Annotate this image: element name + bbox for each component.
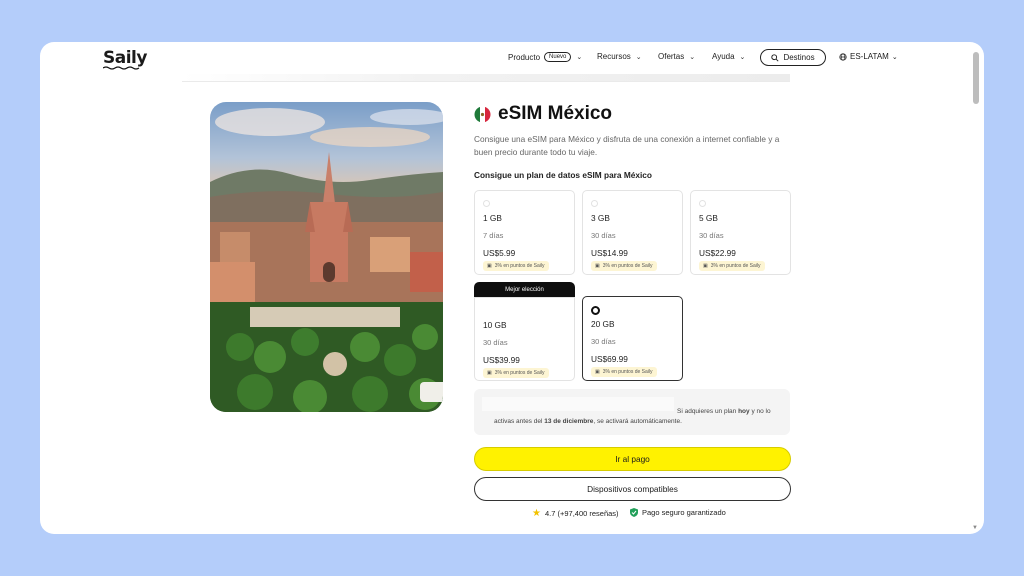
wallet-icon: ▣ xyxy=(595,263,600,269)
notice-line-1: Si adquieres un plan hoy y no lo xyxy=(677,408,771,415)
star-icon: ★ xyxy=(532,508,541,519)
notice-text: Si adquieres un plan xyxy=(677,408,739,415)
logo-wave-icon xyxy=(103,66,140,70)
nav-recursos-label: Recursos xyxy=(597,52,631,61)
notice-text: activas antes del xyxy=(494,418,545,425)
activation-notice: Si adquieres un plan hoy y no lo activas… xyxy=(474,389,790,435)
destination-photo xyxy=(210,102,443,412)
destinations-button[interactable]: Destinos xyxy=(760,49,826,66)
notice-bold: hoy xyxy=(738,408,750,415)
chevron-down-icon: ⌄ xyxy=(576,54,583,61)
nav-ofertas-label: Ofertas xyxy=(658,52,685,61)
points-badge: ▣ 3% en puntos de Saily xyxy=(591,367,657,377)
nav-ayuda-label: Ayuda xyxy=(712,52,735,61)
parroquia-illustration xyxy=(210,108,443,412)
plans-heading: Consigue un plan de datos eSIM para Méxi… xyxy=(474,170,652,180)
secure-payment-info: Pago seguro garantizado xyxy=(630,508,726,517)
rating-label: 4.7 (+97,400 reseñas) xyxy=(544,509,619,518)
nav-ofertas[interactable]: Ofertas ⌄ xyxy=(658,52,695,61)
language-label: ES-LATAM xyxy=(850,52,889,61)
plan-duration: 30 días xyxy=(483,338,508,347)
browser-window: Saily Producto Nuevo ⌄ Recursos ⌄ Oferta… xyxy=(40,42,984,534)
points-label: 3% en puntos de Saily xyxy=(494,370,545,376)
language-selector[interactable]: ES-LATAM ⌄ xyxy=(839,52,898,61)
plan-card-10gb[interactable]: 10 GB 30 días US$39.99 ▣ 3% en puntos de… xyxy=(474,297,575,381)
notice-text: , se activará automáticamente. xyxy=(593,418,682,425)
chevron-down-icon: ⌄ xyxy=(739,53,746,61)
destinations-label: Destinos xyxy=(783,53,815,62)
points-badge: ▣ 3% en puntos de Saily xyxy=(483,368,549,378)
plan-duration: 30 días xyxy=(591,231,616,240)
plan-price: US$69.99 xyxy=(591,354,628,364)
search-icon xyxy=(771,53,779,62)
best-choice-label: Mejor elección xyxy=(474,282,575,297)
notice-line-2: activas antes del 13 de diciembre, se ac… xyxy=(494,418,682,425)
plan-radio[interactable] xyxy=(591,200,598,207)
plan-card-20gb[interactable]: 20 GB 30 días US$69.99 ▣ 3% en puntos de… xyxy=(582,296,683,381)
plan-price: US$14.99 xyxy=(591,248,628,258)
product-description: Consigue una eSIM para México y disfruta… xyxy=(474,134,780,157)
scrollbar-thumb[interactable] xyxy=(973,52,979,104)
notice-blank-area xyxy=(482,397,674,411)
points-label: 3% en puntos de Saily xyxy=(710,263,761,269)
nav-producto[interactable]: Producto Nuevo ⌄ xyxy=(508,52,582,62)
plan-data: 5 GB xyxy=(699,213,718,223)
scroll-down-icon[interactable]: ▼ xyxy=(972,525,978,531)
photo-overlay-chip xyxy=(420,382,443,402)
wallet-icon: ▣ xyxy=(595,369,600,375)
compatible-devices-button[interactable]: Dispositivos compatibles xyxy=(474,477,791,501)
plan-price: US$22.99 xyxy=(699,248,736,258)
plan-duration: 7 días xyxy=(483,231,504,240)
rating-info: ★ 4.7 (+97,400 reseñas) xyxy=(532,508,619,519)
site-header: Saily Producto Nuevo ⌄ Recursos ⌄ Oferta… xyxy=(40,42,984,74)
plan-data: 3 GB xyxy=(591,213,610,223)
saily-logo[interactable]: Saily xyxy=(103,48,147,68)
points-label: 3% en puntos de Saily xyxy=(602,369,653,375)
chevron-down-icon: ⌄ xyxy=(635,53,642,61)
points-badge: ▣ 3% en puntos de Saily xyxy=(699,261,765,271)
new-badge: Nuevo xyxy=(544,52,572,62)
points-badge: ▣ 3% en puntos de Saily xyxy=(591,261,657,271)
notice-bold: 13 de diciembre xyxy=(544,418,594,425)
plan-card-3gb[interactable]: 3 GB 30 días US$14.99 ▣ 3% en puntos de … xyxy=(582,190,683,275)
mexico-flag-icon xyxy=(474,106,491,123)
plan-data: 20 GB xyxy=(591,319,615,329)
plan-radio[interactable] xyxy=(483,200,490,207)
checkout-button[interactable]: Ir al pago xyxy=(474,447,791,471)
plan-data: 10 GB xyxy=(483,320,507,330)
points-badge: ▣ 3% en puntos de Saily xyxy=(483,261,549,271)
plan-card-5gb[interactable]: 5 GB 30 días US$22.99 ▣ 3% en puntos de … xyxy=(690,190,791,275)
page-title: eSIM México xyxy=(498,103,613,124)
plan-duration: 30 días xyxy=(591,337,616,346)
secure-label: Pago seguro garantizado xyxy=(642,508,726,517)
wallet-icon: ▣ xyxy=(703,263,708,269)
header-divider xyxy=(182,74,790,82)
shield-check-icon xyxy=(630,508,638,517)
plan-radio[interactable] xyxy=(699,200,706,207)
plan-price: US$5.99 xyxy=(483,248,516,258)
plan-price: US$39.99 xyxy=(483,355,520,365)
points-label: 3% en puntos de Saily xyxy=(494,263,545,269)
plan-data: 1 GB xyxy=(483,213,502,223)
wallet-icon: ▣ xyxy=(487,370,492,376)
notice-text: y no lo xyxy=(749,408,771,415)
plan-duration: 30 días xyxy=(699,231,724,240)
chevron-down-icon: ⌄ xyxy=(891,53,898,61)
points-label: 3% en puntos de Saily xyxy=(602,263,653,269)
wallet-icon: ▣ xyxy=(487,263,492,269)
nav-recursos[interactable]: Recursos ⌄ xyxy=(597,52,642,61)
nav-ayuda[interactable]: Ayuda ⌄ xyxy=(712,52,745,61)
chevron-down-icon: ⌄ xyxy=(689,53,696,61)
plan-card-1gb[interactable]: 1 GB 7 días US$5.99 ▣ 3% en puntos de Sa… xyxy=(474,190,575,275)
nav-producto-label: Producto xyxy=(508,52,541,62)
plan-radio-selected[interactable] xyxy=(591,306,600,315)
globe-icon xyxy=(839,52,847,61)
